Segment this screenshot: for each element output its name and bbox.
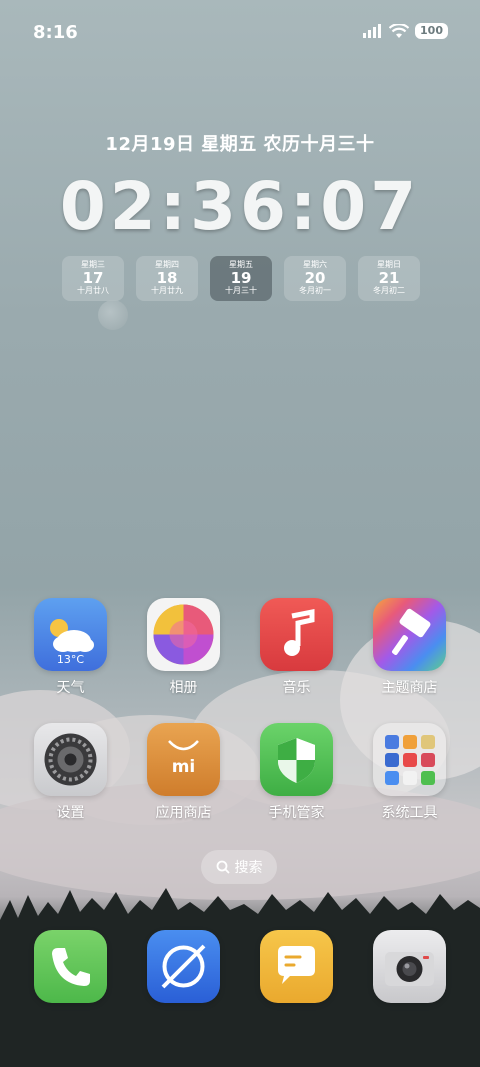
app-music[interactable]: 音乐 [240,598,353,697]
phone-icon[interactable] [34,930,107,1003]
day-number: 18 [156,269,178,287]
dock-camera[interactable] [353,930,466,1003]
day-number: 19 [230,269,252,287]
browser-icon[interactable] [147,930,220,1003]
dock-browser[interactable] [127,930,240,1003]
app-gallery[interactable]: 相册 [127,598,240,697]
battery-icon: 100 [415,23,448,39]
app-store[interactable]: mi 应用商店 [127,723,240,822]
day-card[interactable]: 星期日 21 冬月初二 [358,256,420,301]
app-label: 主题商店 [381,680,438,696]
app-label: 天气 [56,680,85,696]
day-card[interactable]: 星期六 20 冬月初一 [284,256,346,301]
messages-icon[interactable] [260,930,333,1003]
app-store-icon[interactable]: mi [147,723,220,796]
app-themes[interactable]: 主题商店 [353,598,466,697]
app-weather[interactable]: 13°C 天气 [14,598,127,697]
status-time: 8:16 [33,22,78,43]
date-line: 12月19日 星期五 农历十月三十 [105,134,375,155]
app-label: 应用商店 [155,805,212,821]
search-label: 搜索 [234,860,263,876]
day-lunar: 十月三十 [225,286,257,295]
week-calendar[interactable]: 星期三 17 十月廿八 星期四 18 十月廿九 星期五 19 十月三十 星期六 … [62,256,420,301]
wifi-icon [389,23,410,38]
app-label: 设置 [56,805,85,821]
search-button[interactable]: 搜索 [201,850,277,884]
gallery-icon[interactable] [147,598,220,671]
music-icon[interactable] [260,598,333,671]
settings-icon[interactable] [34,723,107,796]
search-icon [216,860,230,874]
day-card-today[interactable]: 星期五 19 十月三十 [210,256,272,301]
weather-icon[interactable]: 13°C [34,598,107,671]
app-label: 音乐 [282,680,311,696]
app-label: 相册 [169,680,198,696]
day-card[interactable]: 星期三 17 十月廿八 [62,256,124,301]
tools-folder-icon[interactable] [373,723,446,796]
themes-icon[interactable] [373,598,446,671]
day-lunar: 冬月初一 [299,286,331,295]
day-lunar: 十月廿八 [77,286,109,295]
dock [14,930,466,1003]
day-card[interactable]: 星期四 18 十月廿九 [136,256,198,301]
day-number: 17 [82,269,104,287]
day-number: 20 [304,269,326,287]
status-bar: 8:16 100 [0,0,480,68]
app-store-logo: mi [171,757,196,777]
day-number: 21 [378,269,400,287]
dock-phone[interactable] [14,930,127,1003]
clock-time[interactable]: 02:36:07 [0,168,480,245]
app-grid: 13°C 天气 相册 音乐 主题商店 设置 mi 应用商店 手机管家 系统工具 [14,598,466,822]
app-settings[interactable]: 设置 [14,723,127,822]
moon-decoration [98,300,128,330]
weather-temperature: 13°C [56,653,85,666]
security-icon[interactable] [260,723,333,796]
status-icons: 100 [363,23,448,39]
camera-icon[interactable] [373,930,446,1003]
app-label: 手机管家 [268,805,325,821]
day-lunar: 冬月初二 [373,286,405,295]
app-label: 系统工具 [381,805,438,821]
day-lunar: 十月廿九 [151,286,183,295]
app-security[interactable]: 手机管家 [240,723,353,822]
dock-messages[interactable] [240,930,353,1003]
signal-icon [363,24,382,38]
app-tools-folder[interactable]: 系统工具 [353,723,466,822]
